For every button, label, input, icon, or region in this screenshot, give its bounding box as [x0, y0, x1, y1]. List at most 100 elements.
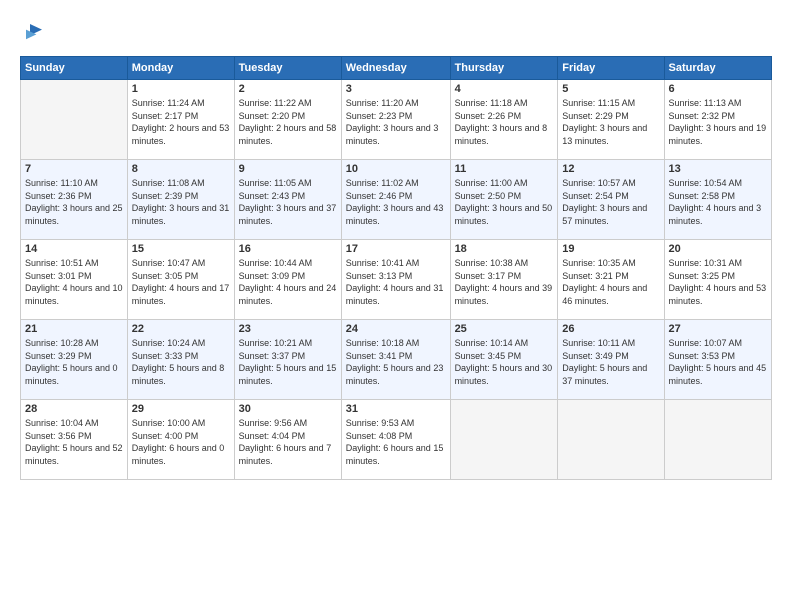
day-info: Sunrise: 10:21 AMSunset: 3:37 PMDaylight… — [239, 337, 337, 387]
table-cell: 7 Sunrise: 11:10 AMSunset: 2:36 PMDayligh… — [21, 160, 128, 240]
day-info: Sunrise: 11:00 AMSunset: 2:50 PMDaylight… — [455, 177, 554, 227]
table-cell: 14 Sunrise: 10:51 AMSunset: 3:01 PMDaylig… — [21, 240, 128, 320]
col-tuesday: Tuesday — [234, 57, 341, 80]
table-cell: 24Sunrise: 10:18 AMSunset: 3:41 PMDaylig… — [341, 320, 450, 400]
day-info: Sunrise: 10:47 AMSunset: 3:05 PMDaylight… — [132, 257, 230, 307]
table-cell: 30 Sunrise: 9:56 AMSunset: 4:04 PMDayligh… — [234, 400, 341, 480]
day-info: Sunrise: 10:41 AMSunset: 3:13 PMDaylight… — [346, 257, 446, 307]
day-info: Sunrise: 11:10 AMSunset: 2:36 PMDaylight… — [25, 177, 123, 227]
day-info: Sunrise: 10:00 AMSunset: 4:00 PMDaylight… — [132, 417, 230, 467]
day-info: Sunrise: 11:24 AMSunset: 2:17 PMDaylight… — [132, 97, 230, 147]
day-info: Sunrise: 9:53 AMSunset: 4:08 PMDaylight:… — [346, 417, 446, 467]
day-number: 21 — [25, 323, 123, 335]
col-monday: Monday — [127, 57, 234, 80]
table-cell: 11 Sunrise: 11:00 AMSunset: 2:50 PMDaylig… — [450, 160, 558, 240]
day-number: 26 — [562, 323, 659, 335]
table-cell: 29 Sunrise: 10:00 AMSunset: 4:00 PMDaylig… — [127, 400, 234, 480]
table-cell: 4 Sunrise: 11:18 AMSunset: 2:26 PMDayligh… — [450, 80, 558, 160]
table-cell: 8 Sunrise: 11:08 AMSunset: 2:39 PMDayligh… — [127, 160, 234, 240]
calendar-week-row: 28Sunrise: 10:04 AMSunset: 3:56 PMDaylig… — [21, 400, 772, 480]
col-friday: Friday — [558, 57, 664, 80]
header — [20, 20, 772, 44]
table-cell: 13 Sunrise: 10:54 AMSunset: 2:58 PMDaylig… — [664, 160, 771, 240]
day-number: 20 — [669, 243, 767, 255]
day-number: 17 — [346, 243, 446, 255]
day-info: Sunrise: 10:28 AMSunset: 3:29 PMDaylight… — [25, 337, 123, 387]
table-cell — [21, 80, 128, 160]
table-cell: 16 Sunrise: 10:44 AMSunset: 3:09 PMDaylig… — [234, 240, 341, 320]
calendar-week-row: 14 Sunrise: 10:51 AMSunset: 3:01 PMDaylig… — [21, 240, 772, 320]
day-info: Sunrise: 11:13 AMSunset: 2:32 PMDaylight… — [669, 97, 767, 147]
day-number: 31 — [346, 403, 446, 415]
day-info: Sunrise: 11:05 AMSunset: 2:43 PMDaylight… — [239, 177, 337, 227]
table-cell: 22Sunrise: 10:24 AMSunset: 3:33 PMDaylig… — [127, 320, 234, 400]
day-number: 23 — [239, 323, 337, 335]
table-cell: 3Sunrise: 11:20 AMSunset: 2:23 PMDayligh… — [341, 80, 450, 160]
day-number: 24 — [346, 323, 446, 335]
day-number: 2 — [239, 83, 337, 95]
table-cell — [450, 400, 558, 480]
day-number: 10 — [346, 163, 446, 175]
day-number: 6 — [669, 83, 767, 95]
day-number: 29 — [132, 403, 230, 415]
page: Sunday Monday Tuesday Wednesday Thursday… — [0, 0, 792, 612]
day-number: 9 — [239, 163, 337, 175]
calendar-week-row: 1 Sunrise: 11:24 AMSunset: 2:17 PMDayligh… — [21, 80, 772, 160]
table-cell: 1 Sunrise: 11:24 AMSunset: 2:17 PMDayligh… — [127, 80, 234, 160]
day-info: Sunrise: 10:24 AMSunset: 3:33 PMDaylight… — [132, 337, 230, 387]
day-info: Sunrise: 10:57 AMSunset: 2:54 PMDaylight… — [562, 177, 659, 227]
day-number: 25 — [455, 323, 554, 335]
day-number: 1 — [132, 83, 230, 95]
day-info: Sunrise: 9:56 AMSunset: 4:04 PMDaylight:… — [239, 417, 337, 467]
table-cell: 17 Sunrise: 10:41 AMSunset: 3:13 PMDaylig… — [341, 240, 450, 320]
day-info: Sunrise: 10:04 AMSunset: 3:56 PMDaylight… — [25, 417, 123, 467]
table-cell — [558, 400, 664, 480]
header-row: Sunday Monday Tuesday Wednesday Thursday… — [21, 57, 772, 80]
day-number: 11 — [455, 163, 554, 175]
day-number: 13 — [669, 163, 767, 175]
table-cell: 15 Sunrise: 10:47 AMSunset: 3:05 PMDaylig… — [127, 240, 234, 320]
table-cell: 20 Sunrise: 10:31 AMSunset: 3:25 PMDaylig… — [664, 240, 771, 320]
table-cell: 21 Sunrise: 10:28 AMSunset: 3:29 PMDaylig… — [21, 320, 128, 400]
day-info: Sunrise: 10:31 AMSunset: 3:25 PMDaylight… — [669, 257, 767, 307]
day-number: 30 — [239, 403, 337, 415]
day-number: 16 — [239, 243, 337, 255]
day-info: Sunrise: 11:08 AMSunset: 2:39 PMDaylight… — [132, 177, 230, 227]
day-info: Sunrise: 10:51 AMSunset: 3:01 PMDaylight… — [25, 257, 123, 307]
logo — [20, 20, 46, 44]
table-cell: 26 Sunrise: 10:11 AMSunset: 3:49 PMDaylig… — [558, 320, 664, 400]
table-cell: 23 Sunrise: 10:21 AMSunset: 3:37 PMDaylig… — [234, 320, 341, 400]
day-info: Sunrise: 10:54 AMSunset: 2:58 PMDaylight… — [669, 177, 767, 227]
table-cell — [664, 400, 771, 480]
calendar-week-row: 21 Sunrise: 10:28 AMSunset: 3:29 PMDaylig… — [21, 320, 772, 400]
table-cell: 6 Sunrise: 11:13 AMSunset: 2:32 PMDayligh… — [664, 80, 771, 160]
calendar-week-row: 7 Sunrise: 11:10 AMSunset: 2:36 PMDayligh… — [21, 160, 772, 240]
day-number: 18 — [455, 243, 554, 255]
day-number: 5 — [562, 83, 659, 95]
col-wednesday: Wednesday — [341, 57, 450, 80]
table-cell: 19 Sunrise: 10:35 AMSunset: 3:21 PMDaylig… — [558, 240, 664, 320]
table-cell: 25Sunrise: 10:14 AMSunset: 3:45 PMDaylig… — [450, 320, 558, 400]
day-info: Sunrise: 10:35 AMSunset: 3:21 PMDaylight… — [562, 257, 659, 307]
day-number: 15 — [132, 243, 230, 255]
day-number: 4 — [455, 83, 554, 95]
day-number: 19 — [562, 243, 659, 255]
day-number: 14 — [25, 243, 123, 255]
day-number: 7 — [25, 163, 123, 175]
day-info: Sunrise: 11:02 AMSunset: 2:46 PMDaylight… — [346, 177, 446, 227]
day-info: Sunrise: 11:20 AMSunset: 2:23 PMDaylight… — [346, 97, 446, 147]
table-cell: 5 Sunrise: 11:15 AMSunset: 2:29 PMDayligh… — [558, 80, 664, 160]
table-cell: 31 Sunrise: 9:53 AMSunset: 4:08 PMDayligh… — [341, 400, 450, 480]
col-sunday: Sunday — [21, 57, 128, 80]
day-info: Sunrise: 11:15 AMSunset: 2:29 PMDaylight… — [562, 97, 659, 147]
day-info: Sunrise: 10:44 AMSunset: 3:09 PMDaylight… — [239, 257, 337, 307]
day-info: Sunrise: 10:11 AMSunset: 3:49 PMDaylight… — [562, 337, 659, 387]
day-number: 12 — [562, 163, 659, 175]
day-info: Sunrise: 11:22 AMSunset: 2:20 PMDaylight… — [239, 97, 337, 147]
col-thursday: Thursday — [450, 57, 558, 80]
calendar-table: Sunday Monday Tuesday Wednesday Thursday… — [20, 56, 772, 480]
day-info: Sunrise: 11:18 AMSunset: 2:26 PMDaylight… — [455, 97, 554, 147]
day-number: 8 — [132, 163, 230, 175]
table-cell: 18Sunrise: 10:38 AMSunset: 3:17 PMDaylig… — [450, 240, 558, 320]
day-info: Sunrise: 10:07 AMSunset: 3:53 PMDaylight… — [669, 337, 767, 387]
